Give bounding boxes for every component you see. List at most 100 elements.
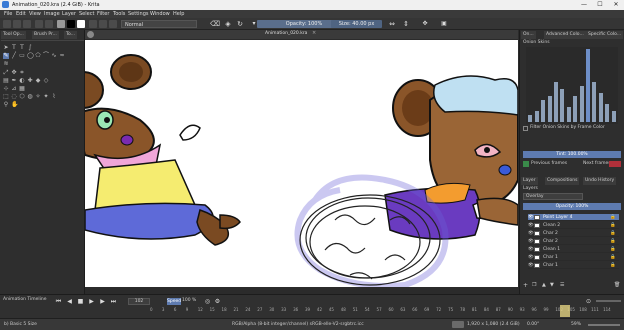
measure-icon[interactable]: ⊿ [11, 86, 17, 92]
menu-settings[interactable]: Settings [128, 11, 149, 17]
frame-number[interactable]: 69 [424, 307, 429, 312]
layer-lock-icon[interactable]: 🔒 [610, 254, 616, 261]
frame-number[interactable]: 99 [543, 307, 548, 312]
onion-skin-bar[interactable] [611, 111, 616, 122]
delete-layer-icon[interactable]: 🗑 [614, 282, 620, 288]
document-tab[interactable]: Animation_020.kra [265, 31, 307, 36]
layer-lock-icon[interactable]: 🔒 [610, 214, 616, 221]
canvas-only-icon[interactable]: ▣ [440, 20, 448, 28]
frame-number[interactable]: 66 [412, 307, 417, 312]
onion-skin-bar[interactable] [547, 96, 552, 122]
menu-edit[interactable]: Edit [16, 11, 26, 17]
brush-settings-icon[interactable] [109, 20, 117, 28]
frame-number[interactable]: 75 [448, 307, 453, 312]
frame-number[interactable]: 78 [460, 307, 465, 312]
eye-icon[interactable]: 👁 [528, 254, 534, 261]
layer-row[interactable]: 👁 Char 2 🔒 [528, 238, 619, 245]
gradient-tool-icon[interactable]: ▤ [3, 78, 9, 84]
select-shapes-icon[interactable]: ➤ [3, 45, 9, 51]
menu-filter[interactable]: Filter [97, 11, 109, 17]
ellipse-select-icon[interactable]: ◌ [11, 94, 17, 100]
add-layer-button[interactable]: + [523, 282, 528, 289]
layer-lock-icon[interactable]: 🔒 [610, 230, 616, 237]
mirror-horizontal-icon[interactable]: ⇔ [388, 20, 396, 28]
rectangle-icon[interactable]: ▭ [19, 53, 25, 59]
onion-skin-bar[interactable] [605, 103, 610, 122]
layer-opacity-slider[interactable]: Opacity: 100% [523, 203, 621, 210]
frame-number[interactable]: 24 [245, 307, 250, 312]
text-edit-icon[interactable]: T [19, 45, 25, 51]
onion-skin-bar[interactable] [579, 85, 584, 122]
eye-icon[interactable]: 👁 [528, 214, 534, 221]
move-icon[interactable]: ✥ [11, 70, 17, 76]
reference-images-icon[interactable]: ▦ [19, 86, 25, 92]
frame-number[interactable]: 81 [472, 307, 477, 312]
background-color-swatch[interactable] [77, 20, 85, 28]
bezier-select-icon[interactable]: ⌇ [51, 94, 57, 100]
calligraphy-icon[interactable]: ∫ [27, 45, 33, 51]
colorize-mask-icon[interactable]: ◐ [19, 78, 25, 84]
frame-number[interactable]: 6 [174, 307, 177, 312]
preserve-alpha-icon[interactable]: ◈ [224, 20, 232, 28]
layer-row[interactable]: 👁 Char 2 🔒 [528, 230, 619, 237]
eye-icon[interactable]: 👁 [528, 230, 534, 237]
frame-number[interactable]: 114 [603, 307, 611, 312]
layer-lock-icon[interactable]: 🔒 [610, 238, 616, 245]
redo-icon[interactable] [45, 20, 53, 28]
polygon-select-icon[interactable]: ⬡ [19, 94, 25, 100]
fill-enclose-icon[interactable]: ◇ [43, 78, 49, 84]
maximize-button[interactable]: ☐ [592, 0, 608, 10]
tab-advanced-color[interactable]: Advanced Colo... [544, 31, 586, 39]
layer-row[interactable]: 👁 Char 1 🔒 [528, 254, 619, 261]
onion-skin-bar[interactable] [566, 107, 571, 122]
onion-skin-bar[interactable] [586, 49, 590, 122]
freehand-select-icon[interactable]: ◍ [27, 94, 33, 100]
brush-preset-label[interactable]: b) Basic 5 Size [4, 322, 37, 327]
layer-row[interactable]: 👁 Char 1 🔒 [528, 262, 619, 269]
minimize-button[interactable]: — [576, 0, 592, 10]
frame-number[interactable]: 57 [377, 307, 382, 312]
frame-number[interactable]: 9 [186, 307, 189, 312]
menu-layer[interactable]: Layer [62, 11, 76, 17]
frame-number[interactable]: 51 [353, 307, 358, 312]
pattern-icon[interactable] [57, 20, 65, 28]
similar-select-icon[interactable]: ✦ [43, 94, 49, 100]
brush-preset-icon[interactable] [99, 20, 107, 28]
frame-number[interactable]: 54 [365, 307, 370, 312]
frame-number[interactable]: 93 [520, 307, 525, 312]
fill-icon[interactable]: ◆ [35, 78, 41, 84]
menu-tools[interactable]: Tools [113, 11, 125, 17]
pan-icon[interactable]: ✋ [11, 102, 18, 108]
frame-ruler[interactable]: 0 3 6 9 12 15 18 21 24 27 30 33 36 39 42 45 48 51 54 57 60 63… [0, 295, 624, 319]
frame-number[interactable]: 12 [198, 307, 203, 312]
close-tab-icon[interactable]: × [312, 30, 316, 36]
polygon-icon[interactable]: ⬠ [35, 53, 41, 59]
frame-number[interactable]: 108 [579, 307, 587, 312]
frame-number[interactable]: 111 [591, 307, 599, 312]
eye-icon[interactable]: 👁 [528, 262, 534, 269]
frame-number[interactable]: 36 [293, 307, 298, 312]
next-frames-color[interactable] [609, 161, 621, 167]
frame-number[interactable]: 39 [305, 307, 310, 312]
smart-patch-icon[interactable]: ✚ [27, 78, 33, 84]
menu-view[interactable]: View [29, 11, 41, 17]
menu-image[interactable]: Image [44, 11, 60, 17]
frame-number[interactable]: 90 [508, 307, 513, 312]
freehand-path-icon[interactable]: ≈ [59, 53, 65, 59]
crop-icon[interactable]: ⌗ [19, 70, 25, 76]
frame-number[interactable]: 84 [484, 307, 489, 312]
onion-skin-chart[interactable] [526, 47, 618, 124]
line-icon[interactable]: ╱ [11, 53, 17, 59]
zoom-slider[interactable] [588, 324, 620, 326]
canvas[interactable] [85, 40, 518, 287]
layer-blend-select[interactable]: Overlay [523, 193, 583, 200]
frame-number[interactable]: 72 [436, 307, 441, 312]
playhead[interactable] [560, 305, 570, 317]
onion-skin-bar[interactable] [598, 92, 603, 122]
layer-row[interactable]: 👁 Clean 1 🔒 [528, 246, 619, 253]
new-document-icon[interactable] [3, 20, 11, 28]
transform-icon[interactable]: ⤢ [3, 70, 9, 76]
onion-skin-bar[interactable] [541, 100, 546, 122]
previous-frames-color[interactable] [523, 161, 529, 167]
onion-skin-bar[interactable] [534, 111, 539, 122]
